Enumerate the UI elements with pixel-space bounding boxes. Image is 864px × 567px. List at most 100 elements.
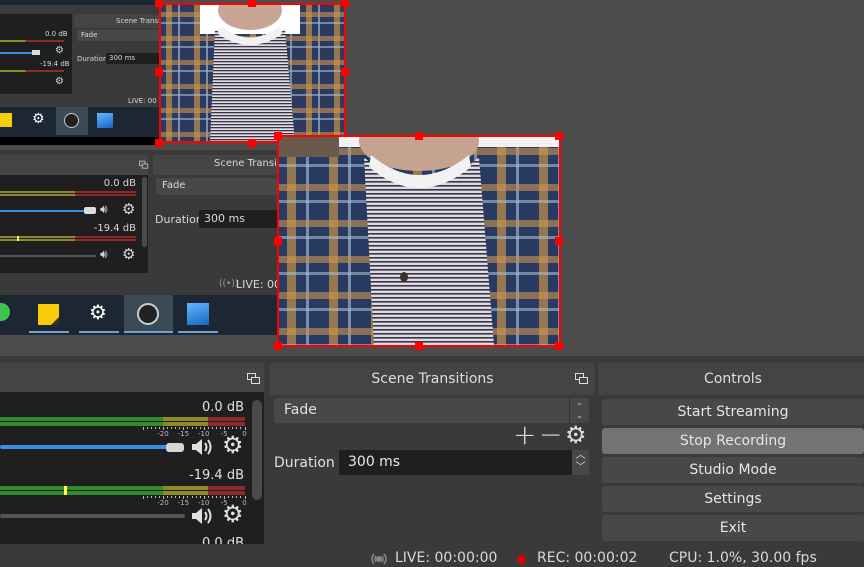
gear-icon[interactable]: ⚙ <box>222 433 244 457</box>
nested-live-status: LIVE: 00 <box>236 278 278 291</box>
scale-tick <box>207 427 209 429</box>
transition-properties-gear-icon[interactable]: ⚙ <box>565 423 587 447</box>
nested-transitions-title: Scene Transit <box>116 17 160 25</box>
nested-db-label: -19.4 dB <box>40 60 70 68</box>
resize-handle[interactable] <box>155 68 163 76</box>
nested-duration-label: Duration <box>77 55 108 63</box>
duration-spinner[interactable]: ︿ ﹀ <box>572 450 589 475</box>
scale-tick <box>195 496 197 498</box>
scale-tick <box>142 496 144 499</box>
remove-transition-button[interactable]: − <box>539 421 562 449</box>
nested-capture-small: 0.0 dB ⚙ -19.4 dB ⚙ Scene Transit Fade D… <box>0 0 160 145</box>
resize-handle[interactable] <box>341 0 349 7</box>
undock-icon[interactable] <box>575 373 589 385</box>
scale-tick <box>187 427 189 429</box>
nested-transition-select: Fade <box>81 31 98 39</box>
scale-tick <box>191 427 193 429</box>
resize-handle[interactable] <box>248 0 256 7</box>
scale-tick <box>179 496 181 498</box>
scale-tick <box>150 427 152 429</box>
scale-tick <box>199 496 201 498</box>
nested-db-label: 0.0 dB <box>103 178 136 189</box>
nested-duration-value: 300 ms <box>109 54 136 62</box>
sticky-notes-icon <box>38 304 59 325</box>
mixer-scrollbar[interactable] <box>252 400 262 500</box>
settings-button[interactable]: Settings <box>602 486 864 512</box>
volume-meter <box>0 417 245 427</box>
volume-slider[interactable] <box>0 514 185 518</box>
resize-handle[interactable] <box>555 342 563 350</box>
chevron-updown-icon: ⌃ ⌄ <box>569 398 589 423</box>
resize-handle[interactable] <box>248 139 256 147</box>
status-bar: LIVE: 00:00:00 REC: 00:00:02 CPU: 1.0%, … <box>0 544 864 567</box>
resize-handle[interactable] <box>274 342 282 350</box>
resize-handle[interactable] <box>555 132 563 140</box>
scale-tick <box>232 496 234 498</box>
resize-handle[interactable] <box>155 139 163 147</box>
scale-tick-label: -15 <box>177 499 190 507</box>
volume-slider[interactable] <box>0 445 168 449</box>
scale-tick <box>158 427 160 429</box>
preview-canvas[interactable]: 0.0 dB 🔊︎ ⚙ -19.4 dB 🔊︎ ⚙ Scene Transit … <box>0 0 864 356</box>
scale-tick <box>240 496 242 498</box>
nested-mixer: 0.0 dB 🔊︎ ⚙ -19.4 dB 🔊︎ ⚙ <box>0 175 148 273</box>
nested-capture-medium: 0.0 dB 🔊︎ ⚙ -19.4 dB 🔊︎ ⚙ Scene Transit … <box>0 150 278 335</box>
scale-tick <box>146 496 148 498</box>
resize-handle[interactable] <box>415 342 423 350</box>
scale-tick <box>171 427 173 429</box>
duration-input[interactable]: 300 ms <box>339 450 572 475</box>
stop-recording-button[interactable]: Stop Recording <box>602 428 864 454</box>
nested-taskbar: ⚙ <box>0 295 278 335</box>
resize-handle[interactable] <box>415 132 423 140</box>
exit-button[interactable]: Exit <box>602 515 864 541</box>
video-source-small[interactable] <box>160 4 345 142</box>
rec-status: REC: 00:00:02 <box>537 550 638 566</box>
resize-handle[interactable] <box>274 132 282 140</box>
nested-gear-icon: ⚙ <box>122 200 136 218</box>
nested-speaker-icon: 🔊︎ <box>100 202 108 216</box>
undock-icon[interactable] <box>247 373 261 385</box>
resize-handle[interactable] <box>555 237 563 245</box>
scale-tick <box>167 427 169 429</box>
speaker-icon[interactable] <box>190 506 214 530</box>
obs-icon <box>137 303 159 325</box>
start-streaming-button[interactable]: Start Streaming <box>602 399 864 425</box>
scale-tick-label: -20 <box>157 499 169 507</box>
video-source-main[interactable] <box>279 137 559 345</box>
add-transition-button[interactable]: + <box>513 421 536 449</box>
scale-tick <box>228 496 230 498</box>
nested-transition-select: Fade <box>162 180 186 191</box>
scale-tick <box>158 496 160 498</box>
studio-mode-button[interactable]: Studio Mode <box>602 457 864 483</box>
scale-tick <box>215 496 217 498</box>
scale-tick <box>211 496 213 498</box>
resize-handle[interactable] <box>274 237 282 245</box>
controls-title: Controls <box>598 363 864 395</box>
scale-tick <box>187 496 189 498</box>
scale-tick <box>146 427 148 429</box>
scale-tick <box>167 496 169 498</box>
volume-slider-handle[interactable] <box>166 443 184 452</box>
scale-tick <box>195 427 197 429</box>
nested-speaker-icon: 🔊︎ <box>100 247 108 261</box>
resize-handle[interactable] <box>155 0 163 7</box>
nested-db-label: -19.4 dB <box>93 223 136 234</box>
scale-tick <box>215 427 217 429</box>
nested-duration-label: Duration <box>155 213 203 226</box>
float-icon <box>139 160 149 169</box>
audio-mixer-body: 0.0 dB -20 -15 -10 -5 0 ⚙ -19.4 dB -20 -15 -10… <box>0 392 264 544</box>
duration-label: Duration <box>274 455 335 471</box>
track-db-label: -19.4 dB <box>189 468 244 483</box>
peak-indicator <box>64 486 67 495</box>
nested-live-status: LIVE: 00 <box>128 97 157 105</box>
scale-tick <box>236 427 238 429</box>
nested-gear-icon: ⚙ <box>55 76 64 87</box>
nested-gear-icon: ⚙ <box>122 245 136 263</box>
gear-icon[interactable]: ⚙ <box>222 502 244 526</box>
scale-tick <box>175 496 177 498</box>
speaker-icon[interactable] <box>190 437 214 461</box>
scale-tick-label: -20 <box>157 430 169 438</box>
resize-handle[interactable] <box>341 68 349 76</box>
transition-select-value: Fade <box>284 402 317 418</box>
whatsapp-icon <box>0 303 10 321</box>
